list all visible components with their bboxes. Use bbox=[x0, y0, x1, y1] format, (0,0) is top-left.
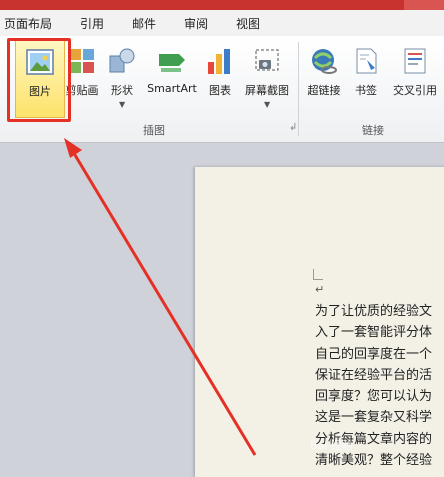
watermark: Bai 经验 bbox=[310, 439, 353, 452]
annotation-arrow bbox=[64, 138, 257, 456]
